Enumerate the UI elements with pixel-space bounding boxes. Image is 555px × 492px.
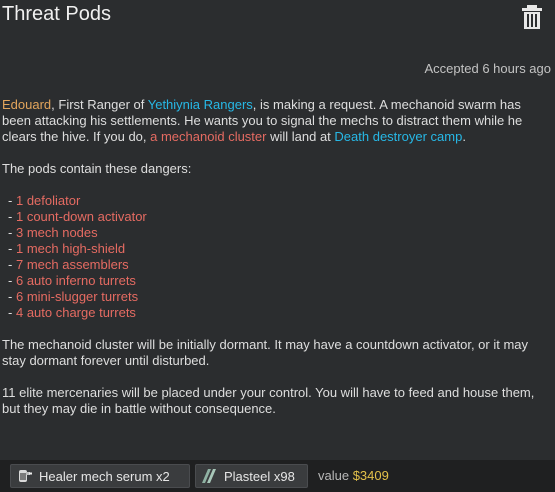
- intro-text-4: .: [462, 129, 466, 144]
- accepted-timestamp: Accepted 6 hours ago: [424, 61, 551, 76]
- faction-name[interactable]: Yethiynia Rangers: [148, 97, 253, 112]
- reward-value: value $3409: [318, 468, 389, 483]
- serum-icon: [15, 467, 33, 485]
- dormant-paragraph: The mechanoid cluster will be initially …: [2, 337, 529, 368]
- danger-item: - 1 defoliator: [8, 193, 81, 208]
- location-name[interactable]: Death destroyer camp: [334, 129, 462, 144]
- mercenaries-paragraph: 11 elite mercenaries will be placed unde…: [2, 385, 535, 416]
- reward-plasteel[interactable]: Plasteel x98: [195, 464, 308, 488]
- danger-item: - 3 mech nodes: [8, 225, 98, 240]
- reward-healer-serum[interactable]: Healer mech serum x2: [10, 464, 190, 488]
- page-title: Threat Pods: [2, 3, 111, 25]
- danger-item: - 1 mech high-shield: [8, 241, 126, 256]
- danger-item: - 6 mini-slugger turrets: [8, 289, 139, 304]
- danger-item: - 1 count-down activator: [8, 209, 147, 224]
- threat-name: a mechanoid cluster: [150, 129, 267, 144]
- requester-name[interactable]: Edouard: [2, 97, 51, 112]
- reward-label: Plasteel x98: [224, 468, 295, 484]
- rewards-bar: Healer mech serum x2 Plasteel x98 value …: [0, 460, 555, 492]
- dangers-list: - 1 defoliator - 1 count-down activator …: [2, 193, 550, 321]
- quest-description: Edouard, First Ranger of Yethiynia Range…: [2, 97, 550, 433]
- intro-text-3: will land at: [266, 129, 335, 144]
- reward-label: Healer mech serum x2: [39, 468, 170, 484]
- danger-item: - 4 auto charge turrets: [8, 305, 136, 320]
- danger-item: - 6 auto inferno turrets: [8, 273, 136, 288]
- intro-text-1: , First Ranger of: [51, 97, 148, 112]
- value-amount: $3409: [352, 468, 389, 483]
- danger-item: - 7 mech assemblers: [8, 257, 129, 272]
- intro-paragraph: Edouard, First Ranger of Yethiynia Range…: [2, 97, 550, 145]
- dangers-heading: The pods contain these dangers:: [2, 161, 192, 176]
- trash-icon[interactable]: [521, 4, 543, 30]
- plasteel-icon: [200, 467, 218, 485]
